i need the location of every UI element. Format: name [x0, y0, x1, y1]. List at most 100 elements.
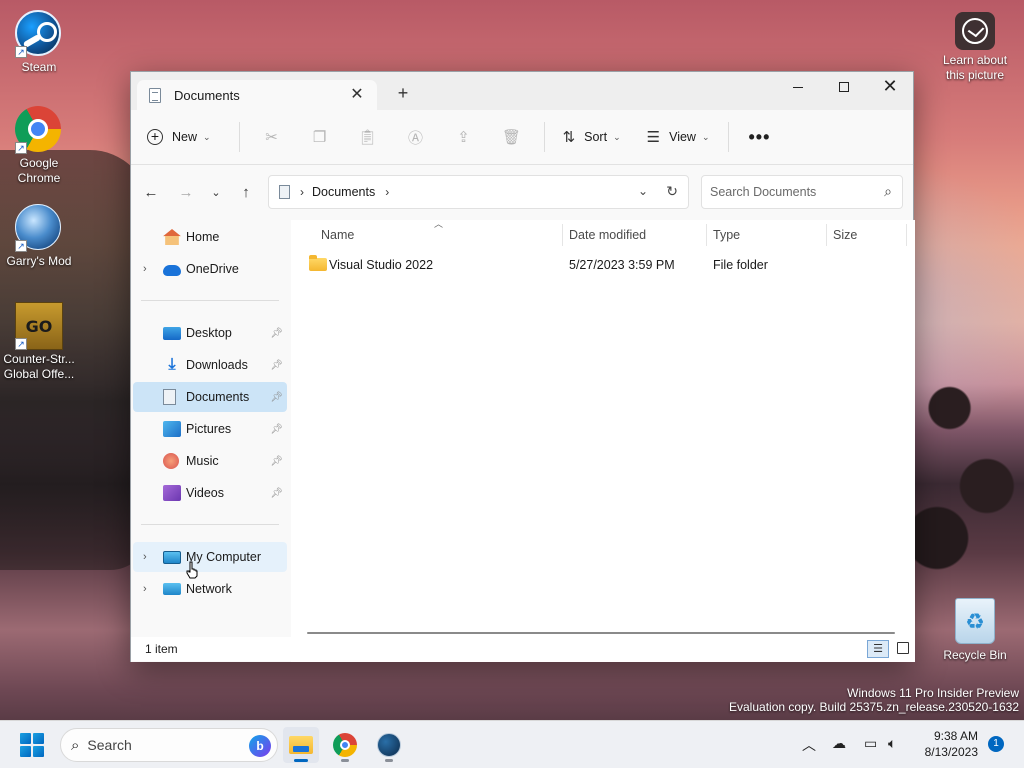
music-icon — [163, 453, 179, 469]
desktop-icon-label: Counter-Str... Global Offe... — [3, 352, 75, 381]
file-date-modified: 5/27/2023 3:59 PM — [569, 258, 675, 272]
garrys-mod-icon: ↗ — [15, 204, 63, 252]
desktop-icon — [163, 326, 181, 340]
minimize-icon — [793, 86, 803, 88]
forward-button[interactable]: → — [174, 181, 198, 205]
downloads-icon: ⤓ — [168, 356, 176, 373]
column-divider[interactable] — [906, 224, 907, 246]
column-header-type[interactable]: Type — [713, 220, 740, 250]
windows-logo-icon — [20, 733, 31, 744]
pin-icon: 📌︎ — [270, 327, 283, 339]
copy-button[interactable]: ❐ — [296, 120, 344, 154]
desktop-icon-label: Garry's Mod — [6, 254, 72, 268]
details-view-button[interactable]: ☰ — [867, 640, 889, 658]
chevron-right-icon[interactable]: › — [143, 263, 147, 275]
volume-icon[interactable]: 🔈︎ — [888, 735, 896, 752]
copy-icon: ❐ — [312, 129, 327, 146]
desktop-icon-label: Recycle Bin — [943, 648, 1007, 662]
column-divider[interactable] — [562, 224, 563, 246]
csgo-icon: GO ↗ — [15, 302, 63, 350]
hand-cursor-icon — [186, 561, 198, 579]
close-tab-icon[interactable]: ✕ — [347, 85, 367, 105]
column-header-name[interactable]: Name — [321, 220, 354, 250]
sidebar-item-downloads[interactable]: ⤓ Downloads 📌︎ — [133, 350, 287, 380]
taskbar-app-chrome[interactable] — [327, 727, 363, 763]
sidebar-item-documents[interactable]: Documents 📌︎ — [133, 382, 287, 412]
column-header-date-modified[interactable]: Date modified — [569, 220, 646, 250]
sidebar-item-label: Desktop — [186, 326, 232, 340]
chevron-right-icon[interactable]: › — [143, 551, 147, 563]
desktop-icon-csgo[interactable]: GO ↗ Counter-Str... Global Offe... — [0, 302, 78, 382]
sidebar-item-home[interactable]: Home — [133, 222, 287, 252]
sidebar-item-desktop[interactable]: Desktop 📌︎ — [133, 318, 287, 348]
address-bar[interactable]: › Documents › ⌄ ↻ — [268, 175, 689, 209]
network-icon — [163, 583, 181, 595]
column-divider[interactable] — [826, 224, 827, 246]
cut-button[interactable]: ✂ — [248, 120, 296, 154]
bing-icon[interactable]: b — [249, 735, 271, 757]
sidebar-item-network[interactable]: › Network — [133, 574, 287, 604]
pictures-icon — [163, 421, 181, 437]
breadcrumb-documents[interactable]: Documents — [312, 185, 375, 199]
onedrive-offline-icon[interactable]: ☁ — [832, 735, 846, 752]
recycle-bin-icon: ♻ — [951, 598, 999, 646]
start-button[interactable] — [20, 733, 44, 757]
rename-button[interactable]: Ⓐ — [392, 120, 440, 154]
see-more-button[interactable]: ••• — [737, 120, 783, 154]
sidebar-item-music[interactable]: Music 📌︎ — [133, 446, 287, 476]
horizontal-scrollbar[interactable] — [307, 632, 895, 634]
delete-button[interactable]: 🗑︎ — [488, 120, 536, 154]
new-button[interactable]: + New ⌄ — [147, 129, 211, 145]
show-hidden-icons-chevron-up-icon[interactable]: ︿ — [802, 735, 816, 755]
column-divider[interactable] — [706, 224, 707, 246]
large-icons-view-button[interactable] — [897, 642, 909, 654]
maximize-button[interactable] — [821, 72, 867, 102]
share-button[interactable]: ⇪ — [440, 120, 488, 154]
sort-button[interactable]: ⇅ Sort ⌄ — [553, 120, 631, 154]
taskbar-app-steam[interactable] — [371, 727, 407, 763]
paste-button[interactable]: 📋︎ — [344, 120, 392, 154]
clock[interactable]: 9:38 AM 8/13/2023 — [925, 728, 978, 760]
address-history-dropdown[interactable]: ⌄ — [638, 184, 648, 198]
tab-title: Documents — [174, 87, 240, 103]
chevron-right-icon[interactable]: › — [143, 583, 147, 595]
sidebar-item-my-computer[interactable]: › My Computer — [133, 542, 287, 572]
desktop-icon-garrys-mod[interactable]: ↗ Garry's Mod — [0, 204, 78, 268]
minimize-button[interactable] — [775, 72, 821, 102]
sidebar-item-onedrive[interactable]: › OneDrive — [133, 254, 287, 284]
close-window-button[interactable]: ✕ — [867, 72, 913, 102]
sidebar-item-videos[interactable]: Videos 📌︎ — [133, 478, 287, 508]
notification-badge[interactable]: 1 — [988, 736, 1004, 752]
toolbar-divider — [543, 122, 545, 152]
breadcrumb-separator[interactable]: › — [385, 185, 389, 199]
folder-icon — [309, 255, 327, 271]
running-indicator — [341, 759, 349, 762]
taskbar-app-file-explorer[interactable] — [283, 727, 319, 763]
search-input[interactable] — [710, 185, 870, 199]
desktop-icon-chrome[interactable]: ↗ Google Chrome — [0, 106, 78, 186]
plus-icon: + — [147, 129, 163, 145]
column-header-size[interactable]: Size — [833, 220, 857, 250]
back-button[interactable]: ← — [139, 181, 163, 205]
table-row[interactable]: Visual Studio 2022 5/27/2023 3:59 PM Fil… — [303, 252, 903, 278]
up-button[interactable]: ↑ — [234, 181, 258, 205]
desktop-icon-label: Steam — [21, 60, 57, 74]
recent-locations-button[interactable]: ⌄ — [204, 181, 228, 205]
taskbar-search[interactable]: ⌕ b — [60, 728, 278, 762]
rename-icon: Ⓐ — [408, 129, 424, 147]
desktop-icon-steam[interactable]: ↗ Steam — [0, 10, 78, 74]
command-bar: + New ⌄ ✂ ❐ 📋︎ Ⓐ ⇪ 🗑︎ ⇅ Sort ⌄ ☰ View ⌄ … — [131, 110, 913, 165]
taskbar-search-input[interactable] — [87, 737, 228, 753]
new-tab-button[interactable]: + — [393, 83, 413, 103]
refresh-icon[interactable]: ↻ — [666, 183, 678, 200]
steam-icon — [377, 733, 401, 757]
sidebar-item-label: Documents — [186, 390, 250, 404]
learn-about-picture[interactable]: Learn about this picture — [938, 12, 1012, 83]
tab-documents[interactable]: Documents ✕ — [137, 80, 377, 110]
desktop-icon-recycle-bin[interactable]: ♻ Recycle Bin — [936, 598, 1014, 662]
clock-date: 8/13/2023 — [924, 745, 978, 759]
search-box[interactable]: ⌕ — [701, 175, 903, 209]
view-button[interactable]: ☰ View ⌄ — [637, 120, 720, 154]
network-icon[interactable]: ▭ — [864, 735, 877, 752]
sidebar-item-pictures[interactable]: Pictures 📌︎ — [133, 414, 287, 444]
